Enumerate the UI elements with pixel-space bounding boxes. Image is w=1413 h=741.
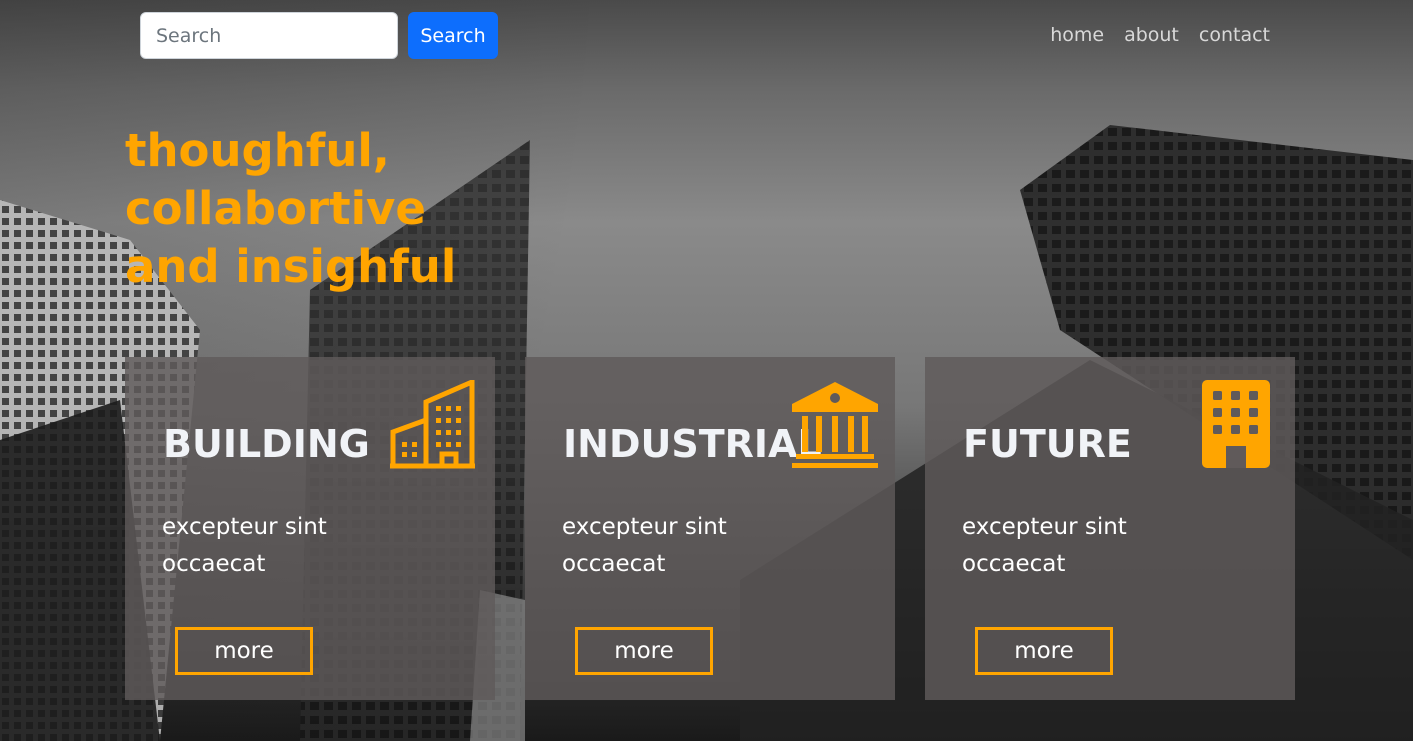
search-button[interactable]: Search [408,12,498,59]
feature-cards: BUILDING excepteur sint occaecat more IN… [125,357,1295,700]
card-building: BUILDING excepteur sint occaecat more [125,357,495,700]
nav-link-home[interactable]: home [1050,24,1104,46]
main-nav: home about contact [1050,24,1270,46]
card-text: excepteur sint occaecat [162,514,327,577]
search-input[interactable] [140,12,398,59]
card-title: FUTURE [963,422,1132,466]
office-building-icon [1202,380,1270,468]
nav-link-contact[interactable]: contact [1199,24,1270,46]
city-buildings-icon [390,380,475,469]
card-text: excepteur sint occaecat [562,514,727,577]
bank-building-icon [792,382,878,468]
more-button[interactable]: more [975,627,1113,675]
card-future: FUTURE excepteur sint occaecat more [925,357,1295,700]
nav-link-about[interactable]: about [1124,24,1179,46]
hero-title: thoughful, collabortive and insighful [125,124,457,293]
more-button[interactable]: more [175,627,313,675]
more-button[interactable]: more [575,627,713,675]
card-title: INDUSTRIAL [563,422,822,466]
page: Search home about contact thoughful, col… [0,0,1413,741]
card-title: BUILDING [163,422,370,466]
card-text: excepteur sint occaecat [962,514,1127,577]
card-industrial: INDUSTRIAL excepteur sint occaecat more [525,357,895,700]
